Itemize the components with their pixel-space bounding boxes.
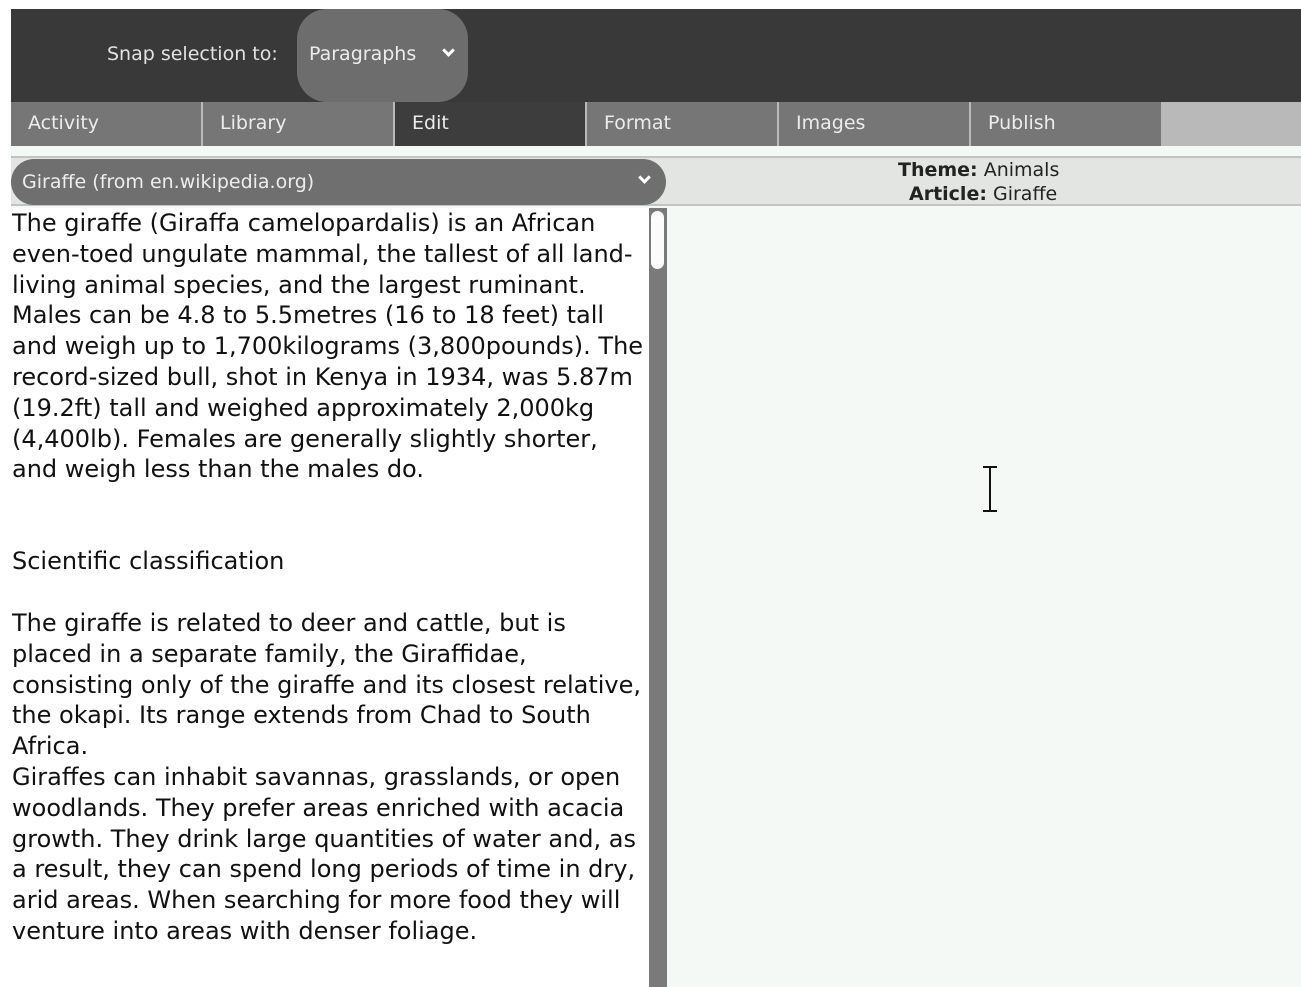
article-paragraph[interactable]: Giraffes can inhabit savannas, grassland…: [12, 762, 644, 947]
article-info: Article: Giraffe: [909, 183, 1057, 205]
snap-selection-label: Snap selection to:: [107, 43, 278, 65]
app-window: Snap selection to: Paragraphs Activity L…: [11, 9, 1301, 987]
section-heading[interactable]: Scientific classification: [12, 546, 644, 577]
theme-label: Theme:: [898, 159, 978, 181]
article-label: Article:: [909, 183, 987, 205]
edit-article-pane[interactable]: [667, 208, 1301, 987]
text-cursor-icon: [983, 466, 997, 512]
article-info-bar: Giraffe (from en.wikipedia.org) Theme: A…: [11, 156, 1301, 206]
snap-selection-value: Paragraphs: [309, 43, 417, 65]
tab-images[interactable]: Images: [779, 102, 969, 146]
theme-value: Animals: [983, 159, 1060, 181]
tab-format[interactable]: Format: [587, 102, 777, 146]
tab-publish[interactable]: Publish: [971, 102, 1161, 146]
tab-bar: Activity Library Edit Format Images Publ…: [11, 102, 1301, 146]
tab-edit[interactable]: Edit: [395, 102, 585, 146]
chevron-down-icon: [442, 44, 455, 57]
chevron-down-icon: [638, 171, 651, 184]
article-source-dropdown[interactable]: Giraffe (from en.wikipedia.org): [11, 159, 666, 205]
snap-selection-dropdown[interactable]: Paragraphs: [297, 9, 468, 102]
article-text[interactable]: The giraffe (Giraffa camelopardalis) is …: [12, 208, 644, 947]
theme-info: Theme: Animals: [898, 159, 1059, 181]
tab-library[interactable]: Library: [203, 102, 393, 146]
article-scrollbar[interactable]: [649, 208, 667, 987]
article-paragraph[interactable]: The giraffe is related to deer and cattl…: [12, 608, 644, 762]
article-source-value: Giraffe (from en.wikipedia.org): [22, 171, 315, 193]
article-intro-paragraph[interactable]: The giraffe (Giraffa camelopardalis) is …: [12, 208, 644, 485]
tab-activity[interactable]: Activity: [11, 102, 201, 146]
article-value: Giraffe: [992, 183, 1058, 205]
toolbar: Snap selection to: Paragraphs: [11, 9, 1301, 102]
scrollbar-thumb[interactable]: [651, 211, 664, 269]
source-article-pane[interactable]: The giraffe (Giraffa camelopardalis) is …: [11, 208, 649, 987]
